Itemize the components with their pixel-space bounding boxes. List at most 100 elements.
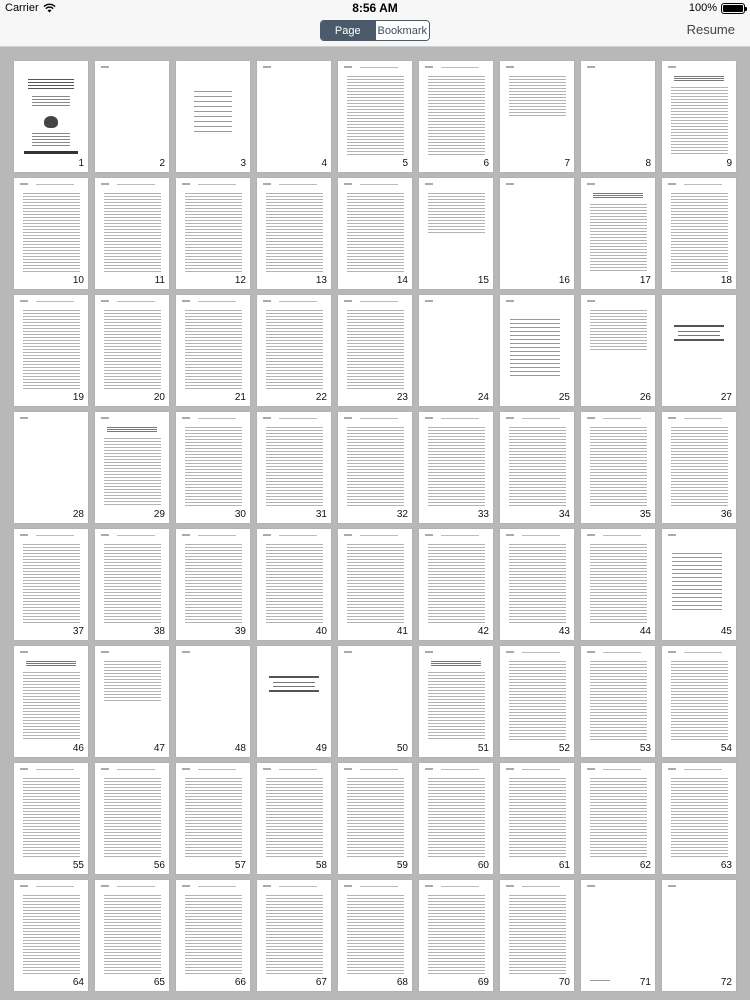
page-thumbnail[interactable]: 52 — [500, 646, 574, 757]
page-thumbnail[interactable]: 39 — [176, 529, 250, 640]
page-thumbnail[interactable]: 23 — [338, 295, 412, 406]
page-content-preview — [668, 417, 676, 419]
page-thumbnail[interactable]: 17 — [581, 178, 655, 289]
page-thumbnail[interactable]: 70 — [500, 880, 574, 991]
page-thumbnail[interactable]: 26 — [581, 295, 655, 406]
page-thumbnail[interactable]: 30 — [176, 412, 250, 523]
page-thumbnail[interactable]: 43 — [500, 529, 574, 640]
page-thumbnail[interactable]: 9 — [662, 61, 736, 172]
page-thumbnail[interactable]: 28 — [14, 412, 88, 523]
page-number: 14 — [396, 275, 408, 286]
page-thumbnail[interactable]: 50 — [338, 646, 412, 757]
page-content-preview — [23, 778, 80, 857]
page-content-preview — [185, 895, 242, 974]
page-thumbnail[interactable]: 58 — [257, 763, 331, 874]
page-thumbnail[interactable]: 67 — [257, 880, 331, 991]
segment-page[interactable]: Page — [321, 21, 375, 40]
page-content-preview — [117, 184, 155, 185]
page-thumbnail[interactable]: 24 — [419, 295, 493, 406]
page-thumbnail[interactable]: 57 — [176, 763, 250, 874]
page-thumbnail[interactable]: 49 — [257, 646, 331, 757]
page-thumbnail[interactable]: 12 — [176, 178, 250, 289]
page-thumbnail[interactable]: 11 — [95, 178, 169, 289]
page-number: 38 — [153, 626, 165, 637]
page-number: 3 — [240, 158, 246, 169]
page-thumbnail[interactable]: 32 — [338, 412, 412, 523]
page-thumbnail[interactable]: 59 — [338, 763, 412, 874]
resume-button[interactable]: Resume — [687, 22, 735, 37]
page-thumbnail[interactable]: 29 — [95, 412, 169, 523]
segment-bookmark[interactable]: Bookmark — [374, 21, 429, 40]
page-thumbnail[interactable]: 71 — [581, 880, 655, 991]
page-thumbnail[interactable]: 6 — [419, 61, 493, 172]
page-thumbnail[interactable]: 37 — [14, 529, 88, 640]
page-thumbnail[interactable]: 34 — [500, 412, 574, 523]
page-thumbnail[interactable]: 36 — [662, 412, 736, 523]
page-number: 50 — [396, 743, 408, 754]
page-thumbnail[interactable]: 3 — [176, 61, 250, 172]
page-thumbnail[interactable]: 25 — [500, 295, 574, 406]
page-number: 71 — [639, 977, 651, 988]
page-thumbnail[interactable]: 62 — [581, 763, 655, 874]
page-thumbnail[interactable]: 64 — [14, 880, 88, 991]
page-thumbnail[interactable]: 8 — [581, 61, 655, 172]
page-thumbnail[interactable]: 45 — [662, 529, 736, 640]
page-content-preview — [506, 885, 514, 887]
page-thumbnail[interactable]: 60 — [419, 763, 493, 874]
page-thumbnail[interactable]: 63 — [662, 763, 736, 874]
page-thumbnail[interactable]: 19 — [14, 295, 88, 406]
page-thumbnail[interactable]: 18 — [662, 178, 736, 289]
page-thumbnail[interactable]: 42 — [419, 529, 493, 640]
page-thumbnail[interactable]: 5 — [338, 61, 412, 172]
page-thumbnail[interactable]: 1 — [14, 61, 88, 172]
page-thumbnail[interactable]: 54 — [662, 646, 736, 757]
page-thumbnail[interactable]: 41 — [338, 529, 412, 640]
page-thumbnail[interactable]: 69 — [419, 880, 493, 991]
page-thumbnail[interactable]: 66 — [176, 880, 250, 991]
page-thumbnail[interactable]: 20 — [95, 295, 169, 406]
page-content-preview — [347, 310, 404, 389]
page-thumbnail[interactable]: 55 — [14, 763, 88, 874]
page-thumbnail[interactable]: 33 — [419, 412, 493, 523]
page-content-preview — [182, 768, 190, 770]
page-thumbnail[interactable]: 68 — [338, 880, 412, 991]
page-thumbnail[interactable]: 38 — [95, 529, 169, 640]
page-thumbnail[interactable]: 53 — [581, 646, 655, 757]
nav-bar: Page Bookmark Resume — [0, 16, 750, 47]
page-thumbnail[interactable]: 16 — [500, 178, 574, 289]
page-thumbnail[interactable]: 10 — [14, 178, 88, 289]
page-thumbnail[interactable]: 46 — [14, 646, 88, 757]
page-content-preview — [263, 768, 271, 770]
page-content-preview — [603, 418, 641, 419]
page-thumbnail[interactable]: 15 — [419, 178, 493, 289]
page-thumbnail[interactable]: 7 — [500, 61, 574, 172]
page-thumbnail[interactable]: 56 — [95, 763, 169, 874]
page-thumbnail[interactable]: 13 — [257, 178, 331, 289]
page-thumbnail[interactable]: 40 — [257, 529, 331, 640]
status-time: 8:56 AM — [352, 1, 398, 15]
page-thumbnail[interactable]: 22 — [257, 295, 331, 406]
page-content-preview — [20, 417, 28, 419]
page-thumbnail[interactable]: 4 — [257, 61, 331, 172]
page-thumbnail[interactable]: 44 — [581, 529, 655, 640]
page-content-preview — [506, 651, 514, 653]
page-content-preview — [263, 534, 271, 536]
page-content-preview — [684, 184, 722, 185]
page-content-preview — [198, 535, 236, 536]
page-thumbnail[interactable]: 48 — [176, 646, 250, 757]
page-thumbnail[interactable]: 27 — [662, 295, 736, 406]
page-thumbnail[interactable]: 47 — [95, 646, 169, 757]
page-thumbnail[interactable]: 51 — [419, 646, 493, 757]
page-content-preview — [672, 553, 722, 613]
page-thumbnail[interactable]: 14 — [338, 178, 412, 289]
page-thumbnail[interactable]: 31 — [257, 412, 331, 523]
page-thumbnail[interactable]: 61 — [500, 763, 574, 874]
page-content-preview — [198, 184, 236, 185]
page-thumbnail[interactable]: 21 — [176, 295, 250, 406]
page-thumbnail[interactable]: 65 — [95, 880, 169, 991]
page-thumbnail[interactable]: 72 — [662, 880, 736, 991]
page-number: 39 — [234, 626, 246, 637]
page-thumbnail[interactable]: 35 — [581, 412, 655, 523]
page-content-preview — [522, 769, 560, 770]
page-thumbnail[interactable]: 2 — [95, 61, 169, 172]
